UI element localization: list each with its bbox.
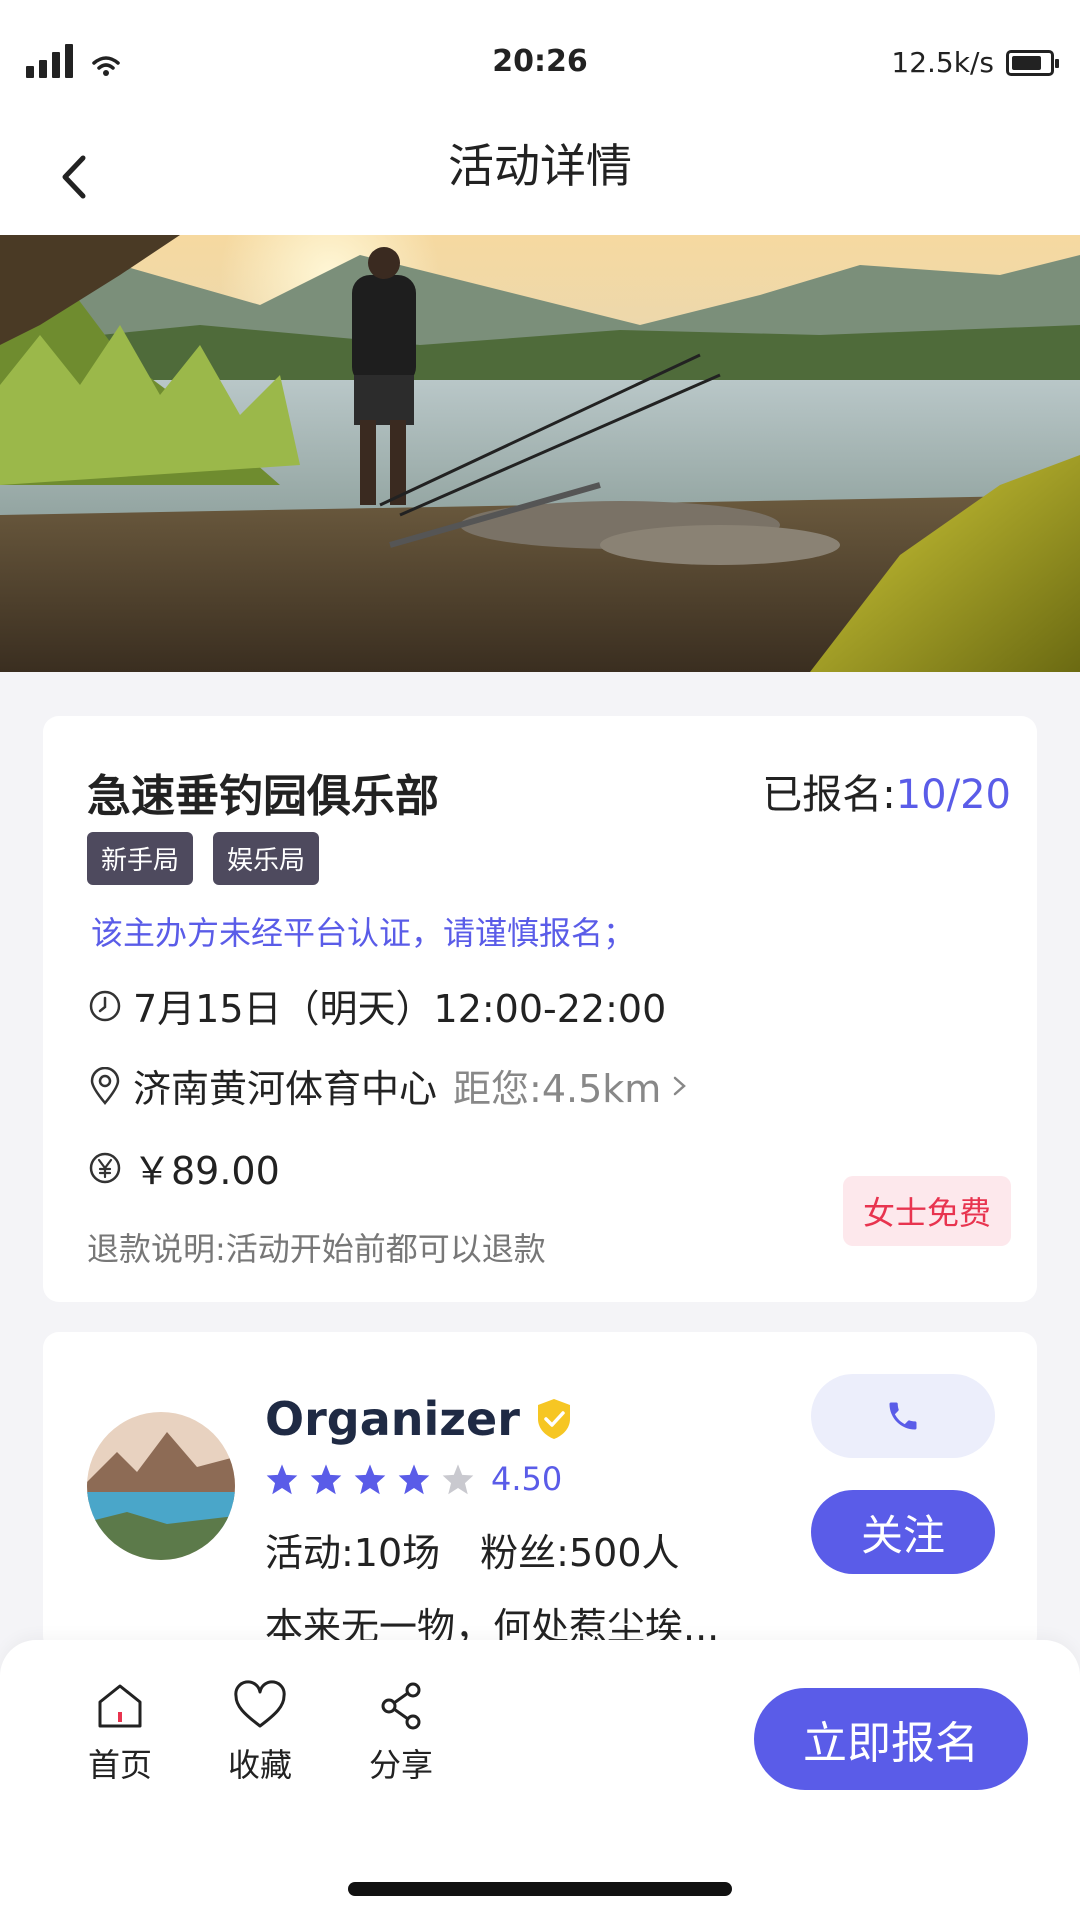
status-right: 12.5k/s	[891, 46, 1059, 79]
organizer-name-row: Organizer	[265, 1392, 574, 1446]
call-button[interactable]	[811, 1374, 995, 1458]
organizer-card: Organizer 4.50 活动:10场 粉丝:500人 本来无一物，何处惹尘…	[43, 1332, 1037, 1652]
status-bar: 20:26 12.5k/s	[0, 0, 1080, 120]
page-title: 活动详情	[448, 139, 632, 193]
signup-now-button[interactable]: 立即报名	[754, 1688, 1028, 1790]
verified-badge-icon	[537, 1399, 570, 1439]
hero-image	[0, 235, 1080, 672]
tab-share-label: 分享	[368, 1746, 433, 1784]
tag-entertainment: 娱乐局	[213, 832, 320, 885]
tag-list: 新手局 娱乐局	[87, 832, 320, 885]
tab-home-label: 首页	[87, 1746, 152, 1784]
yen-coin-icon	[87, 1150, 123, 1186]
avatar[interactable]	[87, 1412, 235, 1560]
star-icon	[354, 1464, 386, 1495]
chevron-right-icon	[674, 1076, 687, 1095]
battery-icon	[1006, 49, 1059, 76]
home-icon	[98, 1684, 142, 1728]
hero-illustration	[0, 235, 1080, 672]
location-pin-icon	[87, 1066, 123, 1105]
tab-home[interactable]: 首页	[65, 1680, 175, 1786]
phone-icon	[889, 1402, 917, 1430]
organizer-stats: 活动:10场 粉丝:500人	[265, 1522, 680, 1577]
event-price-row: ￥89.00	[87, 1140, 280, 1195]
verification-notice: 该主办方未经平台认证，请谨慎报名；	[91, 914, 636, 952]
tag-beginner: 新手局	[87, 832, 194, 885]
event-price: ￥89.00	[133, 1149, 280, 1193]
rating-value: 4.50	[491, 1460, 563, 1498]
activity-count: 活动:10场	[265, 1531, 441, 1575]
tab-favorite-label: 收藏	[227, 1746, 292, 1784]
star-empty-icon	[442, 1464, 474, 1495]
fan-count: 粉丝:500人	[480, 1531, 680, 1575]
event-time: 7月15日（明天）12:00-22:00	[133, 987, 667, 1031]
event-title: 急速垂钓园俱乐部	[87, 771, 439, 822]
tab-share[interactable]: 分享	[346, 1680, 456, 1786]
star-icon	[310, 1464, 342, 1495]
heart-icon	[234, 1680, 286, 1728]
signup-status: 已报名:10/20	[762, 762, 1011, 820]
event-time-row: 7月15日（明天）12:00-22:00	[87, 978, 666, 1033]
event-location: 济南黄河体育中心	[133, 1067, 438, 1111]
organizer-name: Organizer	[265, 1392, 520, 1446]
home-indicator	[348, 1882, 732, 1896]
signup-label: 已报名:	[762, 772, 896, 818]
event-card: 急速垂钓园俱乐部 已报名:10/20 新手局 娱乐局 该主办方未经平台认证，请谨…	[43, 716, 1037, 1302]
event-distance: 距您:4.5km	[453, 1067, 662, 1111]
star-icon	[266, 1464, 298, 1495]
clock-icon	[87, 988, 123, 1024]
share-icon	[381, 1682, 421, 1730]
free-for-women-badge: 女士免费	[842, 1176, 1011, 1246]
network-speed: 12.5k/s	[891, 46, 994, 79]
organizer-rating: 4.50	[265, 1460, 562, 1498]
bottom-action-bar: 首页 收藏 分享 立即报名	[0, 1640, 1080, 1920]
refund-policy: 退款说明:活动开始前都可以退款	[87, 1230, 546, 1268]
star-icon	[398, 1464, 430, 1495]
follow-button[interactable]: 关注	[811, 1490, 995, 1574]
event-location-row[interactable]: 济南黄河体育中心 距您:4.5km	[87, 1058, 689, 1113]
signup-count: 10/20	[895, 772, 1011, 818]
tab-favorite[interactable]: 收藏	[205, 1680, 315, 1786]
